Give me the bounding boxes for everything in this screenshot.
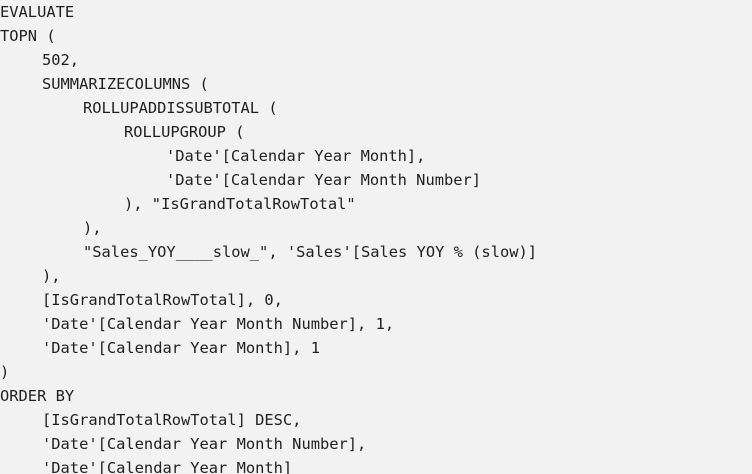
code-line: TOPN ( (0, 27, 56, 45)
code-line: 'Date'[Calendar Year Month Number], (42, 435, 367, 453)
code-line: [IsGrandTotalRowTotal] DESC, (42, 411, 302, 429)
code-line: 'Date'[Calendar Year Month], (166, 147, 426, 165)
code-line: 'Date'[Calendar Year Month], 1 (42, 339, 320, 357)
code-line: ), "IsGrandTotalRowTotal" (124, 195, 356, 213)
code-line: ) (0, 363, 10, 381)
code-line: ), (42, 267, 61, 285)
code-line: 'Date'[Calendar Year Month] (42, 459, 293, 474)
code-line: ORDER BY (0, 387, 75, 405)
code-line: EVALUATE (0, 3, 75, 21)
code-line: 502, (42, 51, 80, 69)
code-line: [IsGrandTotalRowTotal], 0, (42, 291, 283, 309)
code-line: 'Date'[Calendar Year Month Number], 1, (42, 315, 395, 333)
code-line: ROLLUPADDISSUBTOTAL ( (83, 99, 278, 117)
code-line: 'Date'[Calendar Year Month Number] (166, 171, 482, 189)
code-line: "Sales_YOY____slow_", 'Sales'[Sales YOY … (83, 243, 538, 261)
code-line: ROLLUPGROUP ( (124, 123, 245, 141)
code-line: ), (83, 219, 102, 237)
code-editor[interactable]: EVALUATE TOPN ( 502, SUMMARIZECOLUMNS ( … (0, 0, 752, 474)
code-line: SUMMARIZECOLUMNS ( (42, 75, 209, 93)
